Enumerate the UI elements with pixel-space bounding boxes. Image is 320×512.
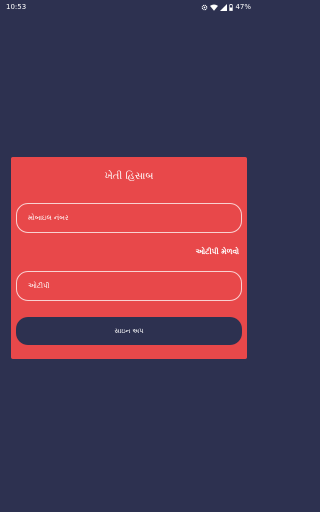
mobile-number-input[interactable]: મોબાઇલ નંબર <box>16 203 242 233</box>
signal-icon <box>220 3 228 11</box>
otp-placeholder: ઓટીપી <box>28 281 50 290</box>
signup-button[interactable]: સાઇન અપ <box>16 317 242 345</box>
status-bar: 10:53 47% <box>0 0 256 14</box>
app-title: ખેતી હિસાબ <box>104 171 154 182</box>
mobile-number-placeholder: મોબાઇલ નંબર <box>28 213 69 222</box>
signup-card: ખેતી હિસાબ મોબાઇલ નંબર ઓટીપી મેળવો ઓટીપી… <box>11 157 247 359</box>
wifi-icon <box>210 4 219 11</box>
get-otp-link[interactable]: ઓટીપી મેળવો <box>196 247 239 257</box>
otp-input[interactable]: ઓટીપી <box>16 271 242 301</box>
battery-icon <box>229 3 234 11</box>
status-icons: 47% <box>201 3 251 11</box>
settings-gear-icon <box>201 4 208 11</box>
status-time: 10:53 <box>6 3 27 11</box>
battery-percent: 47% <box>235 3 251 11</box>
